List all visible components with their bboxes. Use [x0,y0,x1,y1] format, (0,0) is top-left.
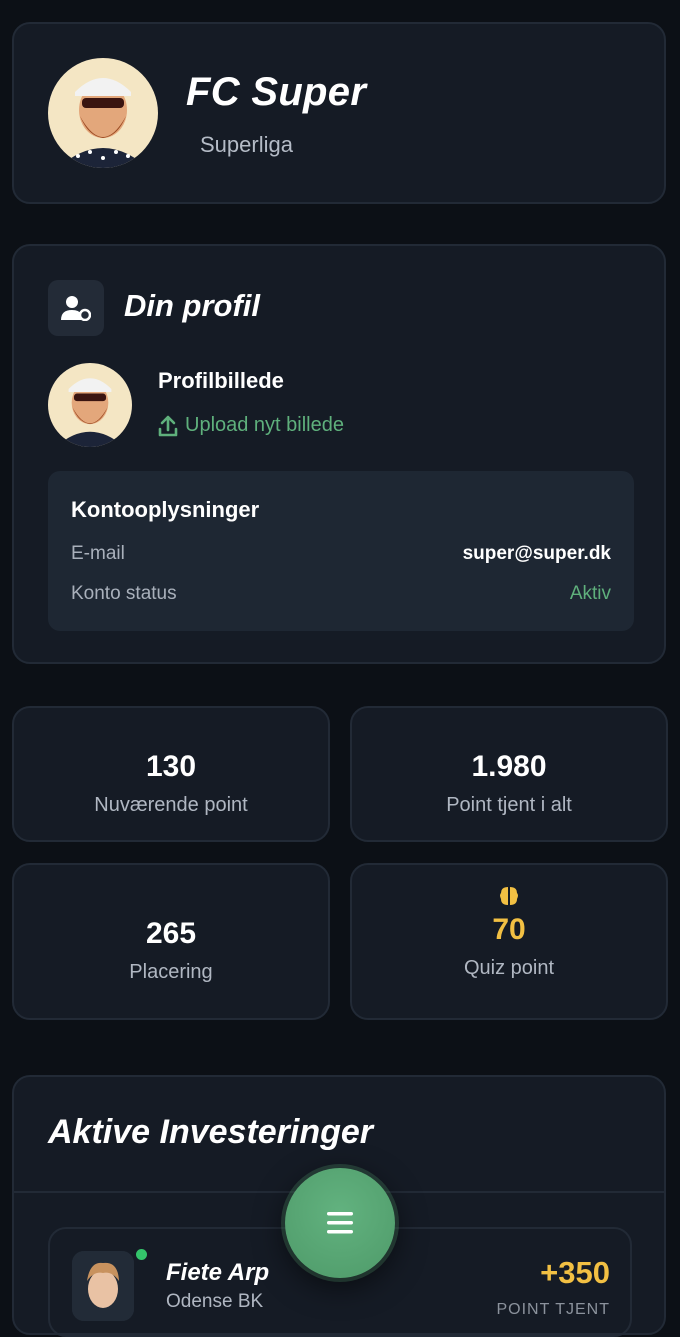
profile-title: Din profil [124,288,261,323]
upload-picture-label: Upload nyt billede [185,414,344,436]
profile-picture-label: Profilbillede [158,368,284,393]
stat-current-points: 130 Nuværende point [12,706,330,842]
account-info-title: Kontooplysninger [71,497,260,522]
stat-value: 265 [145,917,197,950]
points-gained-label: POINT TJENT [496,1301,610,1318]
club-header-card: FC Super Superliga [12,22,666,204]
stat-value: 1.980 [471,750,547,783]
profile-avatar[interactable] [48,363,132,447]
points-gained: +350 [540,1255,610,1290]
stat-label: Point tjent i alt [446,794,572,816]
stat-ranking: 265 Placering [12,863,330,1020]
stat-label: Quiz point [463,957,555,979]
stat-value: 130 [145,750,197,783]
menu-button[interactable] [285,1168,395,1278]
user-settings-icon [48,280,104,336]
club-avatar[interactable] [48,58,158,168]
stat-quiz-points: 70 Quiz point [350,863,668,1020]
investments-title: Aktive Investeringer [48,1113,374,1151]
upload-picture-button[interactable]: Upload nyt billede [158,414,344,437]
account-status-label: Konto status [71,583,177,604]
menu-icon [327,1212,353,1234]
profile-card: Din profil Profilbillede Upload nyt bill… [12,244,666,664]
stat-value: 70 [492,913,526,946]
player-club: Odense BK [166,1291,264,1312]
player-avatar [72,1251,134,1321]
league-name: Superliga [200,132,293,157]
online-status-dot [136,1249,147,1260]
club-name: FC Super [186,70,367,114]
player-name: Fiete Arp [166,1259,270,1286]
account-info-box: Kontooplysninger E-mail super@super.dk K… [48,471,634,631]
email-value: super@super.dk [462,543,611,564]
stat-label: Placering [129,961,213,983]
upload-icon [158,415,178,436]
stat-label: Nuværende point [94,794,248,816]
account-status-value: Aktiv [569,583,611,604]
email-label: E-mail [71,543,125,564]
brain-icon [500,887,518,905]
stat-total-points: 1.980 Point tjent i alt [350,706,668,842]
